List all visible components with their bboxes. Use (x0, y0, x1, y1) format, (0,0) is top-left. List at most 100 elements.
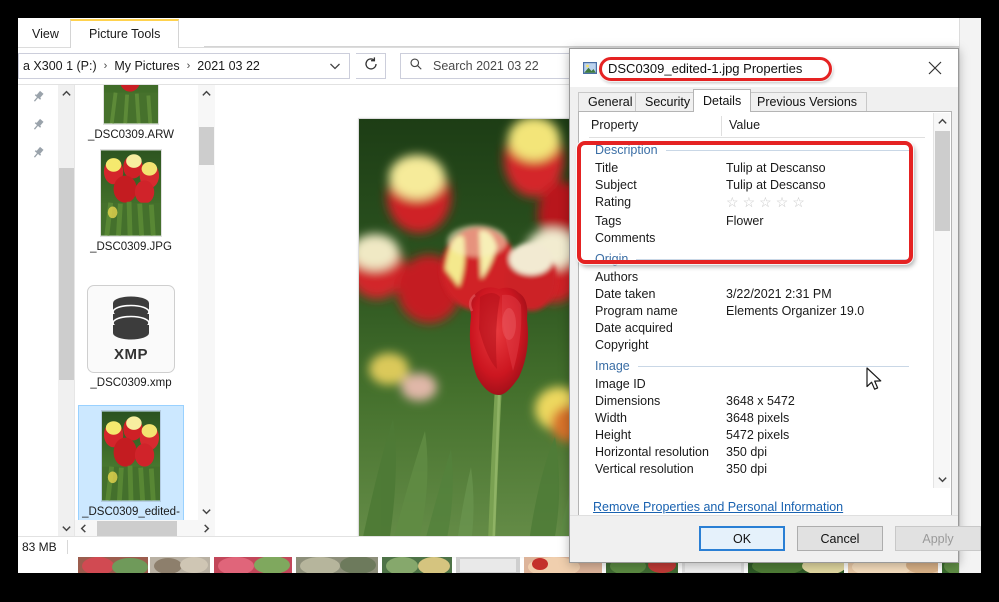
property-value[interactable]: Tulip at Descanso (726, 161, 826, 175)
chevron-down-icon[interactable] (58, 520, 75, 537)
property-row[interactable]: Horizontal resolution 350 dpi (589, 445, 909, 462)
filmstrip-cell (456, 557, 520, 573)
apply-button-label: Apply (922, 531, 954, 546)
property-value[interactable]: 350 dpi (726, 462, 767, 476)
property-name: Program name (595, 304, 678, 318)
file-list-horizontal-scrollbar[interactable] (75, 520, 215, 537)
property-row[interactable]: Rating ☆ ☆ ☆ ☆ ☆ (589, 194, 909, 214)
navigation-scrollbar[interactable] (58, 85, 75, 537)
cancel-button-label: Cancel (820, 531, 860, 546)
property-row[interactable]: Height 5472 pixels (589, 428, 909, 445)
scrollbar-thumb[interactable] (935, 131, 950, 231)
file-thumbnail (103, 85, 159, 125)
chevron-up-icon[interactable] (58, 85, 75, 102)
tulip-photo (359, 119, 589, 554)
breadcrumb-drive[interactable]: a X300 1 (P:) (21, 59, 99, 73)
apply-button[interactable]: Apply (895, 526, 981, 551)
property-row[interactable]: Vertical resolution 350 dpi (589, 462, 909, 479)
property-row[interactable]: Width 3648 pixels (589, 411, 909, 428)
ok-button[interactable]: OK (699, 526, 785, 551)
list-item[interactable]: _DSC0309.ARW (79, 85, 183, 142)
group-rule (665, 149, 909, 151)
chevron-down-icon[interactable] (934, 471, 951, 488)
tab-general[interactable]: General (578, 92, 643, 112)
property-row[interactable]: Date taken 3/22/2021 2:31 PM (589, 287, 909, 304)
close-icon[interactable] (912, 49, 958, 87)
dialog-title-bar[interactable]: DSC0309_edited-1.jpg Properties (570, 49, 958, 87)
tab-security[interactable]: Security (635, 92, 701, 112)
status-size: 83 MB (22, 540, 57, 554)
database-icon (112, 296, 150, 340)
breadcrumb-folder[interactable]: 2021 03 22 (195, 59, 262, 73)
property-row[interactable]: Comments (589, 231, 909, 248)
screenshot-root: View Picture Tools a X300 1 (P:) › My Pi… (0, 0, 999, 602)
property-row[interactable]: Authors (589, 270, 909, 287)
property-row[interactable]: Subject Tulip at Descanso (589, 178, 909, 195)
chevron-left-icon[interactable] (75, 520, 92, 537)
property-value[interactable]: 3648 pixels (726, 411, 789, 425)
scrollbar-thumb[interactable] (199, 127, 214, 165)
xmp-file-icon: XMP (87, 285, 175, 373)
property-list[interactable]: Description Title Tulip at Descanso Subj… (589, 139, 909, 489)
remove-properties-link[interactable]: Remove Properties and Personal Informati… (593, 500, 843, 514)
property-row[interactable]: Program name Elements Organizer 19.0 (589, 304, 909, 321)
properties-dialog: DSC0309_edited-1.jpg Properties General … (569, 48, 981, 563)
column-divider (721, 116, 722, 136)
dialog-tab-strip: General Security Details Previous Versio… (578, 89, 952, 112)
property-row[interactable]: Dimensions 3648 x 5472 (589, 394, 909, 411)
property-row[interactable]: Title Tulip at Descanso (589, 161, 909, 178)
property-value[interactable]: Elements Organizer 19.0 (726, 304, 864, 318)
property-name: Comments (595, 231, 656, 245)
tab-details[interactable]: Details (693, 89, 752, 112)
list-item[interactable]: _DSC0309_edited-1.jpg (78, 405, 184, 534)
list-item[interactable]: XMP _DSC0309.xmp (79, 285, 183, 390)
chevron-down-icon[interactable] (198, 503, 215, 520)
search-icon (409, 57, 423, 76)
property-list-scrollbar[interactable] (933, 113, 950, 488)
ribbon-tab-picture-tools[interactable]: Picture Tools (70, 19, 180, 48)
property-name: Authors (595, 270, 639, 284)
property-name: Height (595, 428, 632, 442)
scrollbar-thumb[interactable] (97, 521, 177, 536)
property-value[interactable]: Tulip at Descanso (726, 178, 826, 192)
chevron-right-icon[interactable] (198, 520, 215, 537)
property-row[interactable]: Image ID (589, 377, 909, 394)
property-row[interactable]: Tags Flower (589, 214, 909, 231)
xmp-badge-label: XMP (113, 346, 148, 363)
file-list-scrollbar[interactable] (198, 85, 215, 520)
list-item[interactable]: _DSC0309.JPG (79, 149, 183, 254)
star-icon[interactable]: ☆ (776, 194, 789, 210)
property-value[interactable]: 5472 pixels (726, 428, 789, 442)
column-header-property: Property (591, 118, 639, 132)
tab-previous-versions[interactable]: Previous Versions (747, 92, 868, 112)
property-row[interactable]: Date acquired (589, 321, 909, 338)
star-icon[interactable]: ☆ (743, 194, 756, 210)
pin-icon[interactable] (30, 145, 46, 161)
chevron-up-icon[interactable] (934, 113, 951, 130)
pin-icon[interactable] (30, 89, 46, 105)
pin-icon[interactable] (30, 117, 46, 133)
star-icon[interactable]: ☆ (726, 194, 739, 210)
refresh-button[interactable] (356, 53, 386, 79)
breadcrumb-my-pictures[interactable]: My Pictures (112, 59, 181, 73)
chevron-down-icon[interactable] (327, 58, 343, 74)
chevron-up-icon[interactable] (198, 85, 215, 102)
star-icon[interactable]: ☆ (792, 194, 805, 210)
cancel-button[interactable]: Cancel (797, 526, 883, 551)
filmstrip-cell (150, 557, 210, 573)
property-value[interactable]: 350 dpi (726, 445, 767, 459)
address-bar[interactable]: a X300 1 (P:) › My Pictures › 2021 03 22 (18, 53, 350, 79)
property-name: Vertical resolution (595, 462, 694, 476)
star-icon[interactable]: ☆ (759, 194, 772, 210)
property-value[interactable]: 3/22/2021 2:31 PM (726, 287, 832, 301)
rating-stars[interactable]: ☆ ☆ ☆ ☆ ☆ (726, 194, 805, 210)
ribbon-tab-view[interactable]: View (20, 20, 71, 48)
ribbon-tab-strip: View Picture Tools (18, 18, 981, 48)
scrollbar-thumb[interactable] (59, 168, 74, 380)
property-name: Date acquired (595, 321, 673, 335)
dialog-title: DSC0309_edited-1.jpg Properties (608, 60, 803, 76)
property-value[interactable]: 3648 x 5472 (726, 394, 795, 408)
property-row[interactable]: Copyright (589, 338, 909, 355)
status-divider (66, 540, 68, 554)
property-value[interactable]: Flower (726, 214, 764, 228)
